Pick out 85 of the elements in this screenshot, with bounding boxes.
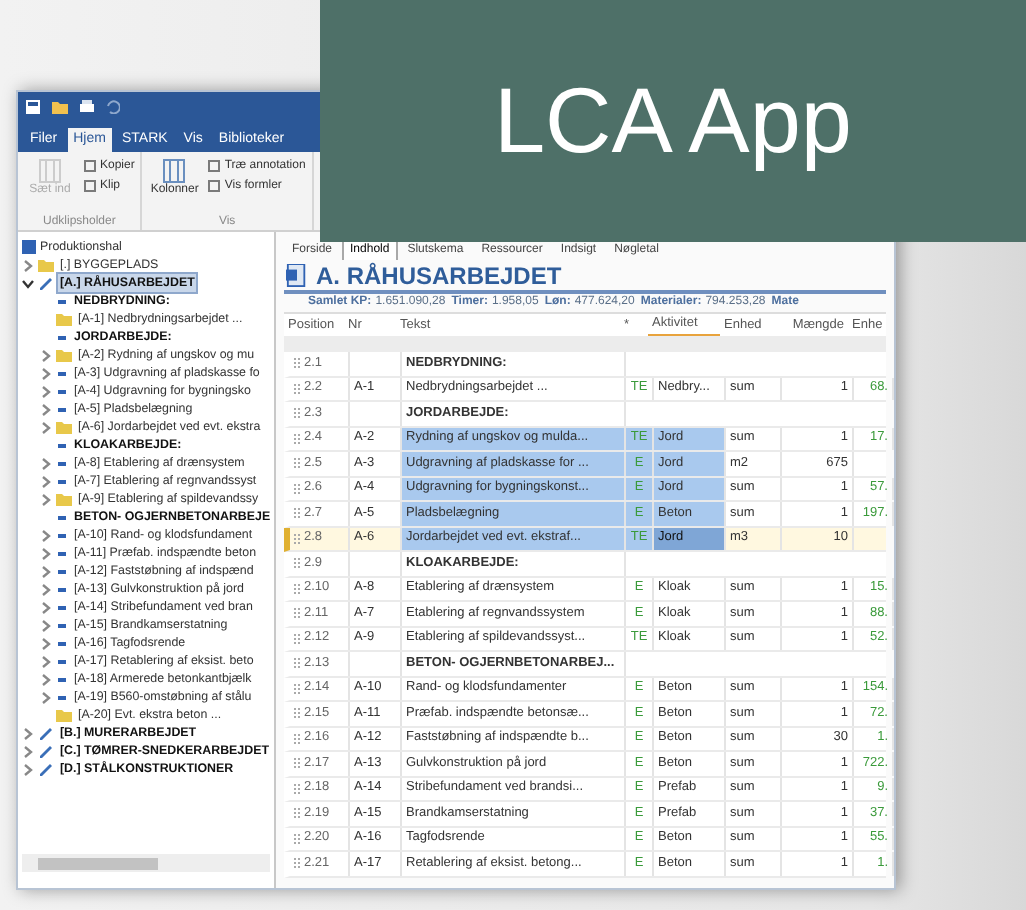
bullet-icon <box>56 477 68 485</box>
chevron-right-icon[interactable] <box>22 259 34 271</box>
chevron-right-icon[interactable] <box>40 655 52 667</box>
bullet-icon <box>56 603 68 611</box>
bullet-icon <box>56 621 68 629</box>
bullet-icon <box>56 639 68 647</box>
bullet-icon <box>56 585 68 593</box>
square-icon <box>84 160 96 172</box>
root-icon <box>22 239 36 253</box>
drag-handle-icon[interactable] <box>294 833 300 844</box>
chevron-right-icon[interactable] <box>40 583 52 595</box>
bullet-icon <box>56 657 68 665</box>
drag-handle-icon[interactable] <box>294 383 300 394</box>
columns-icon <box>162 158 187 184</box>
drag-handle-icon[interactable] <box>294 683 300 694</box>
folder-icon <box>56 492 72 506</box>
chevron-right-icon[interactable] <box>40 547 52 559</box>
chevron-right-icon[interactable] <box>40 475 52 487</box>
square-icon <box>208 180 221 192</box>
bullet-icon <box>56 513 68 521</box>
bullet-icon <box>56 441 68 449</box>
drag-handle-icon[interactable] <box>294 458 300 469</box>
drag-handle-icon[interactable] <box>294 508 300 519</box>
square-icon <box>84 180 96 192</box>
chevron-right-icon[interactable] <box>40 385 52 397</box>
drag-handle-icon[interactable] <box>294 633 300 644</box>
folder-icon <box>56 348 72 362</box>
drag-handle-icon[interactable] <box>294 808 300 819</box>
print-icon[interactable] <box>80 100 94 114</box>
chevron-right-icon[interactable] <box>40 601 52 613</box>
bullet-icon <box>56 567 68 575</box>
drag-handle-icon[interactable] <box>294 758 300 769</box>
drag-handle-icon[interactable] <box>294 708 300 719</box>
chevron-right-icon[interactable] <box>22 745 34 757</box>
folder-icon <box>38 258 54 272</box>
drag-handle-icon[interactable] <box>294 583 300 594</box>
bullet-icon <box>56 675 68 683</box>
section-heading: A. RÅHUSARBEJDET <box>316 261 562 289</box>
chevron-right-icon[interactable] <box>40 691 52 703</box>
bullet-icon <box>56 459 68 467</box>
chevron-right-icon[interactable] <box>40 673 52 685</box>
folder-icon <box>56 708 72 722</box>
chevron-right-icon[interactable] <box>22 727 34 739</box>
chevron-right-icon[interactable] <box>40 403 52 415</box>
bullet-icon <box>56 369 68 377</box>
bullet-icon <box>56 693 68 701</box>
chevron-right-icon[interactable] <box>40 457 52 469</box>
chevron-right-icon[interactable] <box>40 349 52 361</box>
drag-handle-icon[interactable] <box>294 608 300 619</box>
horizontal-scrollbar[interactable] <box>22 854 270 872</box>
bullet-icon <box>56 531 68 539</box>
drag-handle-icon[interactable] <box>294 733 300 744</box>
banner-title: LCA App <box>493 66 853 176</box>
undo-icon[interactable] <box>106 100 120 114</box>
document-icon <box>286 263 308 287</box>
drag-handle-icon[interactable] <box>294 433 300 444</box>
chevron-right-icon[interactable] <box>40 565 52 577</box>
drag-handle-icon[interactable] <box>294 858 300 869</box>
drag-handle-icon[interactable] <box>294 483 300 494</box>
chevron-right-icon[interactable] <box>40 367 52 379</box>
chevron-right-icon[interactable] <box>22 763 34 775</box>
save-icon[interactable] <box>26 100 40 114</box>
folder-icon <box>56 420 72 434</box>
bullet-icon <box>56 297 68 305</box>
drag-handle-icon[interactable] <box>294 408 300 419</box>
drag-handle-icon[interactable] <box>294 658 300 669</box>
chevron-right-icon[interactable] <box>40 493 52 505</box>
chevron-down-icon[interactable] <box>22 277 34 289</box>
drag-handle-icon[interactable] <box>294 533 300 544</box>
drag-handle-icon[interactable] <box>294 558 300 569</box>
bullet-icon <box>56 333 68 341</box>
bullet-icon <box>56 405 68 413</box>
chevron-right-icon[interactable] <box>40 637 52 649</box>
drag-handle-icon[interactable] <box>294 358 300 369</box>
pencil-icon <box>38 276 54 290</box>
chevron-right-icon[interactable] <box>40 421 52 433</box>
bullet-icon <box>56 387 68 395</box>
folder-icon[interactable] <box>52 100 68 114</box>
columns-icon <box>38 158 62 184</box>
bullet-icon <box>56 549 68 557</box>
drag-handle-icon[interactable] <box>294 783 300 794</box>
folder-icon <box>56 312 72 326</box>
chevron-right-icon[interactable] <box>40 619 52 631</box>
chevron-right-icon[interactable] <box>40 529 52 541</box>
square-icon <box>208 160 221 172</box>
